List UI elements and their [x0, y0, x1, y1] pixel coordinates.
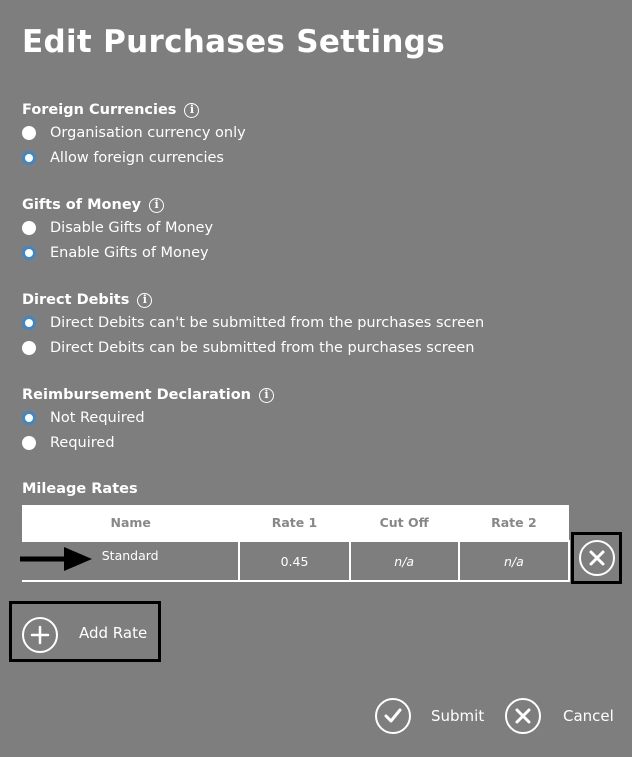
check-circle-icon: [375, 698, 411, 734]
radio-label: Disable Gifts of Money: [50, 219, 214, 236]
cell-rate1[interactable]: 0.45: [238, 540, 351, 582]
column-header-name: Name: [22, 505, 240, 541]
info-icon[interactable]: i: [258, 387, 274, 403]
cell-rate2[interactable]: n/a: [457, 540, 571, 582]
section-title: Gifts of Money: [22, 197, 142, 213]
section-foreign-currencies: Foreign Currencies i Organisation curren…: [22, 100, 246, 170]
radio-button-selected[interactable]: [22, 150, 36, 165]
radio-label: Direct Debits can't be submitted from th…: [50, 314, 485, 331]
radio-label: Not Required: [50, 409, 145, 426]
radio-button[interactable]: [22, 220, 36, 235]
delete-rate-highlight: [571, 532, 622, 584]
radio-button[interactable]: [22, 435, 36, 450]
page-title: Edit Purchases Settings: [22, 24, 445, 60]
radio-label: Organisation currency only: [50, 124, 246, 141]
column-header-rate2: Rate 2: [458, 505, 569, 541]
submit-label: Submit: [431, 707, 485, 725]
section-direct-debits: Direct Debits i Direct Debits can't be s…: [22, 290, 484, 360]
cell-cutoff[interactable]: n/a: [348, 540, 460, 582]
close-icon: [515, 708, 531, 724]
check-icon: [384, 708, 402, 723]
radio-label: Enable Gifts of Money: [50, 244, 209, 261]
radio-option[interactable]: Direct Debits can be submitted from the …: [22, 335, 484, 360]
section-title: Reimbursement Declaration: [22, 387, 251, 403]
radio-option[interactable]: Organisation currency only: [22, 120, 246, 145]
mileage-rates-title: Mileage Rates: [22, 481, 138, 497]
section-title: Foreign Currencies: [22, 102, 177, 118]
cancel-label: Cancel: [563, 707, 614, 725]
radio-button-selected[interactable]: [22, 315, 36, 330]
column-header-cutoff: Cut Off: [349, 505, 459, 541]
cancel-button[interactable]: Cancel: [505, 698, 614, 734]
radio-label: Required: [50, 434, 115, 451]
info-icon[interactable]: i: [184, 102, 200, 118]
plus-icon: [30, 625, 50, 645]
column-header-rate1: Rate 1: [239, 505, 350, 541]
table-header-row: Name Rate 1 Cut Off Rate 2: [22, 505, 569, 541]
arrow-right-icon: [20, 547, 92, 571]
close-icon: [589, 550, 604, 566]
radio-button-selected[interactable]: [22, 245, 36, 260]
plus-circle-icon[interactable]: [22, 617, 58, 653]
radio-button[interactable]: [22, 340, 36, 355]
mileage-rates-table: Name Rate 1 Cut Off Rate 2 Standard 0.45…: [22, 505, 571, 582]
delete-rate-button[interactable]: [578, 540, 615, 576]
info-icon[interactable]: i: [137, 292, 153, 308]
radio-option[interactable]: Allow foreign currencies: [22, 145, 246, 170]
section-gifts-of-money: Gifts of Money i Disable Gifts of Money …: [22, 195, 213, 265]
submit-button[interactable]: Submit: [375, 698, 484, 734]
radio-button[interactable]: [22, 125, 36, 140]
radio-option[interactable]: Required: [22, 430, 274, 455]
radio-label: Allow foreign currencies: [50, 149, 224, 166]
table-row[interactable]: Standard 0.45 n/a n/a: [22, 540, 571, 582]
section-title: Direct Debits: [22, 292, 130, 308]
radio-button-selected[interactable]: [22, 410, 36, 425]
radio-label: Direct Debits can be submitted from the …: [50, 339, 475, 356]
info-icon[interactable]: i: [149, 197, 165, 213]
radio-option[interactable]: Disable Gifts of Money: [22, 215, 213, 240]
radio-option[interactable]: Direct Debits can't be submitted from th…: [22, 310, 484, 335]
radio-option[interactable]: Enable Gifts of Money: [22, 240, 213, 265]
section-reimbursement-declaration: Reimbursement Declaration i Not Required…: [22, 385, 274, 455]
x-circle-icon: [505, 698, 541, 734]
add-rate-button[interactable]: Add Rate: [79, 624, 147, 642]
radio-option[interactable]: Not Required: [22, 405, 274, 430]
